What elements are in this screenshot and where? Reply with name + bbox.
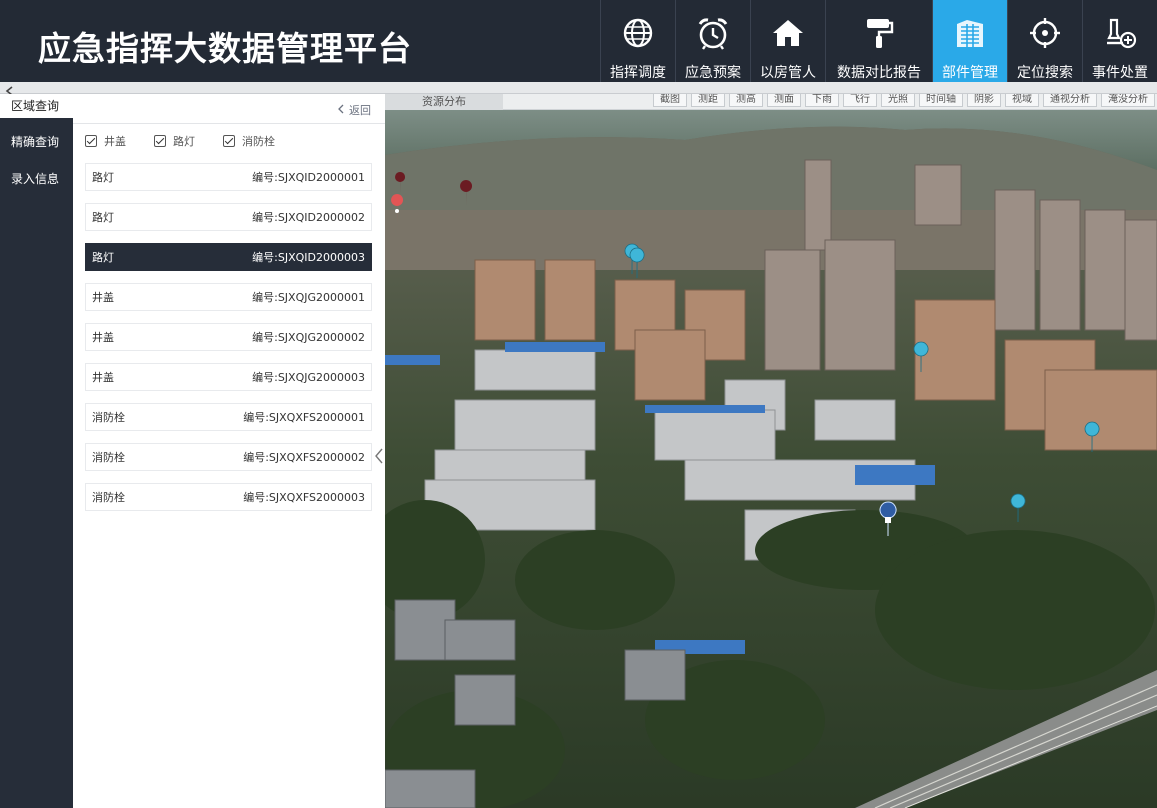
- tool-fly-button[interactable]: 飞行: [843, 94, 877, 107]
- item-code: 编号:SJXQJG2000002: [252, 331, 365, 344]
- item-type: 路灯: [92, 251, 114, 264]
- tool-line-of-sight-button[interactable]: 通视分析: [1043, 94, 1097, 107]
- nav-label: 定位搜索: [1017, 65, 1073, 81]
- globe-icon: [621, 16, 655, 50]
- tool-timeline-button[interactable]: 时间轴: [919, 94, 963, 107]
- checkbox-checked[interactable]: [154, 135, 166, 147]
- map-toolbar: 资源分布 截图 测距 测高 测面 下雨 飞行 光照 时间轴 阴影 视域 通视分析…: [385, 94, 1157, 110]
- nav-item-data-report[interactable]: 数据对比报告: [825, 0, 932, 82]
- list-item[interactable]: 井盖 编号:SJXQJG2000002: [85, 323, 372, 351]
- menu-item-area-query[interactable]: 区域查询: [0, 94, 73, 118]
- item-code: 编号:SJXQJG2000003: [252, 371, 365, 384]
- tool-rain-button[interactable]: 下雨: [805, 94, 839, 107]
- nav-item-location-search[interactable]: 定位搜索: [1007, 0, 1082, 82]
- nav-label: 指挥调度: [610, 65, 666, 81]
- list-item[interactable]: 消防栓 编号:SJXQXFS2000002: [85, 443, 372, 471]
- nav-label: 以房管人: [760, 65, 816, 81]
- back-button[interactable]: 返回: [337, 102, 371, 118]
- item-type: 井盖: [92, 331, 114, 344]
- nav-item-incident-handling[interactable]: 事件处置: [1082, 0, 1157, 82]
- component-list-panel: 返回 井盖 路灯 消防栓 路灯 编号:SJXQID2000001 路灯 编号:SJX…: [73, 94, 385, 808]
- app-title: 应急指挥大数据管理平台: [38, 29, 412, 68]
- tool-shadow-button[interactable]: 阴影: [967, 94, 1001, 107]
- nav-item-component-management[interactable]: 部件管理: [932, 0, 1007, 82]
- item-code: 编号:SJXQID2000001: [252, 171, 365, 184]
- user-add-icon: [1103, 16, 1137, 50]
- map-tools: 截图 测距 测高 测面 下雨 飞行 光照 时间轴 阴影 视域 通视分析 淹没分析: [653, 94, 1155, 107]
- item-type: 路灯: [92, 211, 114, 224]
- nav-item-emergency-plan[interactable]: 应急预案: [675, 0, 750, 82]
- nav-label: 数据对比报告: [837, 65, 921, 81]
- building-icon: [953, 16, 987, 50]
- item-code: 编号:SJXQID2000003: [252, 251, 365, 264]
- item-code: 编号:SJXQID2000002: [252, 211, 365, 224]
- filter-bar: 井盖 路灯 消防栓: [73, 124, 385, 158]
- nav-label: 事件处置: [1092, 65, 1148, 81]
- chevron-left-icon[interactable]: [4, 82, 16, 96]
- tool-flood-analysis-button[interactable]: 淹没分析: [1101, 94, 1155, 107]
- filter-label: 路灯: [173, 135, 195, 148]
- item-type: 消防栓: [92, 411, 125, 424]
- list-item[interactable]: 消防栓 编号:SJXQXFS2000001: [85, 403, 372, 431]
- nav-label: 应急预案: [685, 65, 741, 81]
- list-item[interactable]: 井盖 编号:SJXQJG2000003: [85, 363, 372, 391]
- collapse-panel-handle[interactable]: [373, 445, 385, 467]
- checkbox-checked[interactable]: [223, 135, 235, 147]
- component-list: 路灯 编号:SJXQID2000001 路灯 编号:SJXQID2000002 路灯…: [85, 163, 372, 523]
- tool-lighting-button[interactable]: 光照: [881, 94, 915, 107]
- list-item-selected[interactable]: 路灯 编号:SJXQID2000003: [85, 243, 372, 271]
- list-item[interactable]: 路灯 编号:SJXQID2000001: [85, 163, 372, 191]
- nav-item-housing[interactable]: 以房管人: [750, 0, 825, 82]
- tool-viewshed-button[interactable]: 视域: [1005, 94, 1039, 107]
- top-nav: 指挥调度 应急预案 以房管人 数据对比报告 部件管理 定位搜索 事件处置: [600, 0, 1157, 82]
- filter-manhole[interactable]: 井盖: [85, 133, 126, 149]
- item-type: 井盖: [92, 291, 114, 304]
- item-code: 编号:SJXQXFS2000002: [243, 451, 365, 464]
- panel-header: 返回: [73, 94, 385, 124]
- filter-streetlight[interactable]: 路灯: [154, 133, 195, 149]
- sub-header-strip: [0, 82, 1157, 94]
- layer-tab-resource-distribution[interactable]: 资源分布: [385, 94, 503, 110]
- checkbox-checked[interactable]: [85, 135, 97, 147]
- list-item[interactable]: 消防栓 编号:SJXQXFS2000003: [85, 483, 372, 511]
- filter-label: 井盖: [104, 135, 126, 148]
- paint-roller-icon: [862, 16, 896, 50]
- item-type: 消防栓: [92, 451, 125, 464]
- back-label: 返回: [349, 104, 371, 117]
- item-type: 路灯: [92, 171, 114, 184]
- list-item[interactable]: 路灯 编号:SJXQID2000002: [85, 203, 372, 231]
- menu-item-precise-query[interactable]: 精确查询: [0, 124, 73, 161]
- tool-measure-area-button[interactable]: 测面: [767, 94, 801, 107]
- tool-measure-height-button[interactable]: 测高: [729, 94, 763, 107]
- home-icon: [771, 16, 805, 50]
- item-code: 编号:SJXQXFS2000003: [243, 491, 365, 504]
- tool-screenshot-button[interactable]: 截图: [653, 94, 687, 107]
- item-type: 井盖: [92, 371, 114, 384]
- item-code: 编号:SJXQXFS2000001: [243, 411, 365, 424]
- chevron-left-icon: [337, 104, 345, 117]
- target-icon: [1028, 16, 1062, 50]
- menu-item-enter-info[interactable]: 录入信息: [0, 161, 73, 198]
- app-header: 应急指挥大数据管理平台 指挥调度 应急预案 以房管人 数据对比报告 部件管理 定…: [0, 0, 1157, 82]
- nav-label: 部件管理: [942, 65, 998, 81]
- nav-item-dispatch[interactable]: 指挥调度: [600, 0, 675, 82]
- city-3d-scene[interactable]: [385, 110, 1157, 808]
- filter-hydrant[interactable]: 消防栓: [223, 133, 275, 149]
- left-menu: 区域查询 精确查询 录入信息: [0, 94, 73, 808]
- item-type: 消防栓: [92, 491, 125, 504]
- tool-measure-distance-button[interactable]: 测距: [691, 94, 725, 107]
- list-item[interactable]: 井盖 编号:SJXQJG2000001: [85, 283, 372, 311]
- alarm-clock-icon: [696, 16, 730, 50]
- filter-label: 消防栓: [242, 135, 275, 148]
- item-code: 编号:SJXQJG2000001: [252, 291, 365, 304]
- map-viewport[interactable]: 资源分布 截图 测距 测高 测面 下雨 飞行 光照 时间轴 阴影 视域 通视分析…: [385, 94, 1157, 808]
